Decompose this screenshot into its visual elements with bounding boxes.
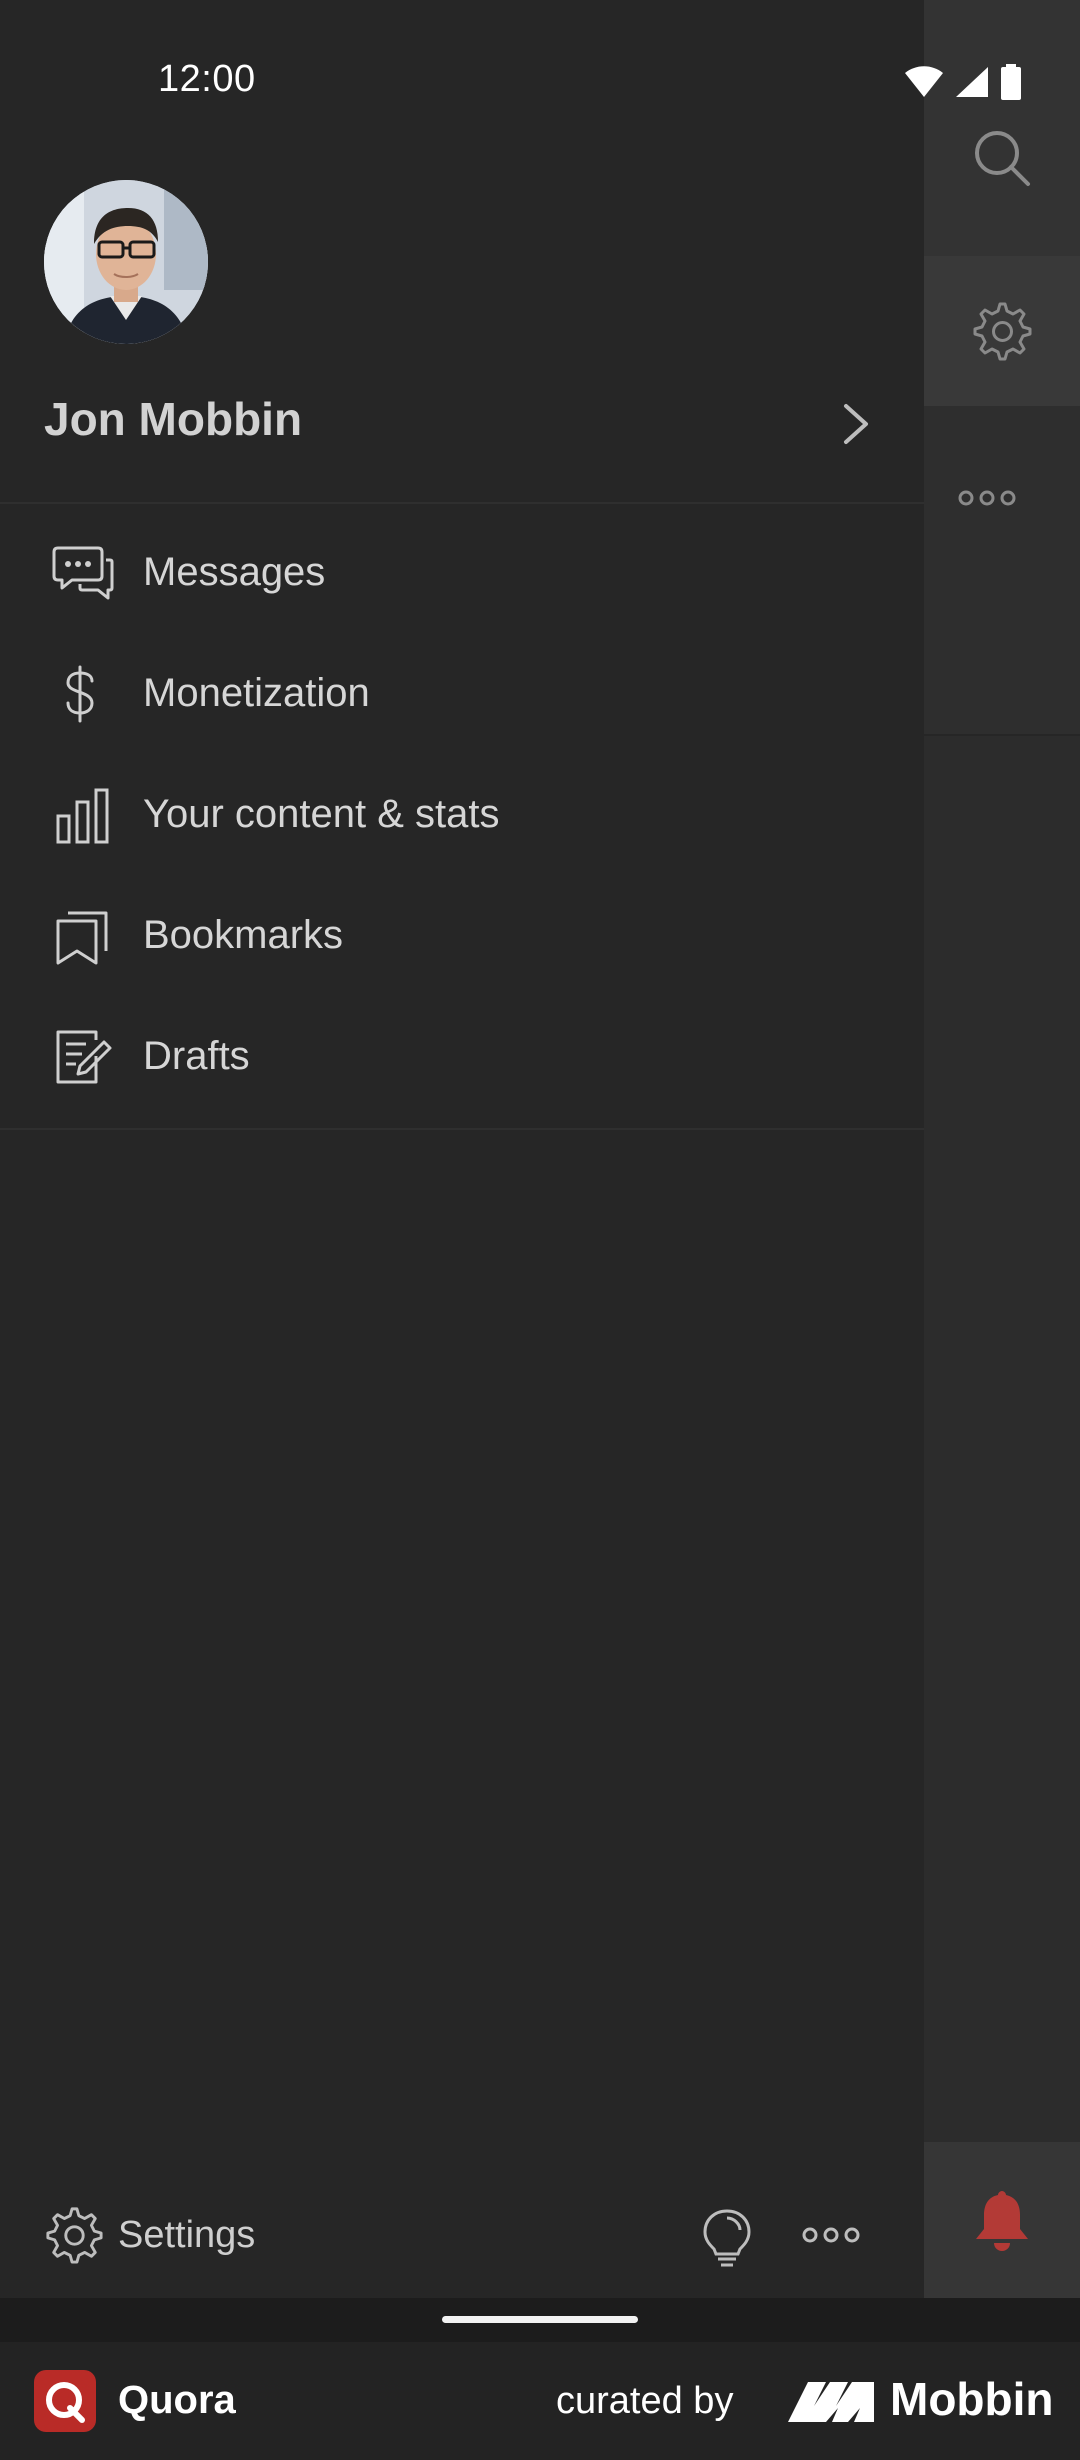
more-dots-icon	[958, 490, 1016, 506]
menu-item-messages[interactable]: Messages	[0, 512, 924, 633]
background-notifications-button[interactable]	[924, 2142, 1080, 2298]
menu-item-drafts[interactable]: Drafts	[0, 996, 924, 1117]
system-navigation-bar	[0, 2298, 1080, 2342]
status-time: 12:00	[158, 58, 256, 100]
menu-item-label: Bookmarks	[143, 913, 344, 957]
menu-item-content-stats[interactable]: Your content & stats	[0, 754, 924, 875]
settings-label: Settings	[118, 2213, 256, 2256]
background-more-button[interactable]	[924, 406, 1080, 736]
signal-icon	[956, 67, 988, 97]
brand-name: Mobbin	[890, 2373, 1054, 2425]
menu-item-monetization[interactable]: Monetization	[0, 633, 924, 754]
messages-icon	[52, 546, 114, 600]
wifi-icon	[905, 66, 943, 97]
background-settings-button[interactable]	[924, 256, 1080, 406]
more-dots-icon[interactable]	[802, 2220, 860, 2250]
menu-item-label: Messages	[143, 550, 326, 594]
divider	[0, 502, 924, 504]
bookmarks-icon	[56, 911, 108, 965]
curated-by-label: curated by	[556, 2380, 734, 2422]
divider	[0, 1128, 924, 1130]
battery-icon	[1001, 64, 1021, 100]
drafts-icon	[56, 1030, 112, 1084]
settings-button[interactable]: Settings	[44, 2200, 255, 2270]
search-icon	[975, 131, 1030, 186]
background-app-strip	[924, 0, 1080, 2298]
lightbulb-icon[interactable]	[700, 2208, 754, 2268]
menu-item-label: Drafts	[143, 1034, 250, 1078]
dollar-icon	[66, 665, 94, 723]
menu-item-bookmarks[interactable]: Bookmarks	[0, 875, 924, 996]
footer-attribution: Quora curated by Mobbin	[0, 2342, 1080, 2460]
app-name: Quora	[118, 2378, 236, 2422]
quora-logo-icon	[34, 2370, 96, 2432]
home-indicator[interactable]	[442, 2316, 638, 2323]
status-icons	[904, 62, 1034, 102]
mobbin-logo-icon	[788, 2382, 874, 2422]
navigation-drawer: 12:00 Jon Mobbin Messages Monetization Y…	[0, 0, 1021, 2298]
menu-item-label: Your content & stats	[143, 792, 500, 836]
gear-icon	[46, 2207, 103, 2264]
bar-chart-icon	[56, 788, 109, 844]
avatar-image	[44, 180, 208, 344]
menu-item-label: Monetization	[143, 671, 370, 715]
avatar[interactable]	[44, 180, 208, 344]
bell-icon	[976, 2191, 1028, 2251]
drawer-menu: Messages Monetization Your content & sta…	[0, 512, 924, 1117]
background-search-button[interactable]	[924, 0, 1080, 256]
chevron-right-icon[interactable]	[836, 400, 876, 448]
gear-icon	[973, 302, 1032, 361]
profile-name[interactable]: Jon Mobbin	[44, 392, 302, 446]
